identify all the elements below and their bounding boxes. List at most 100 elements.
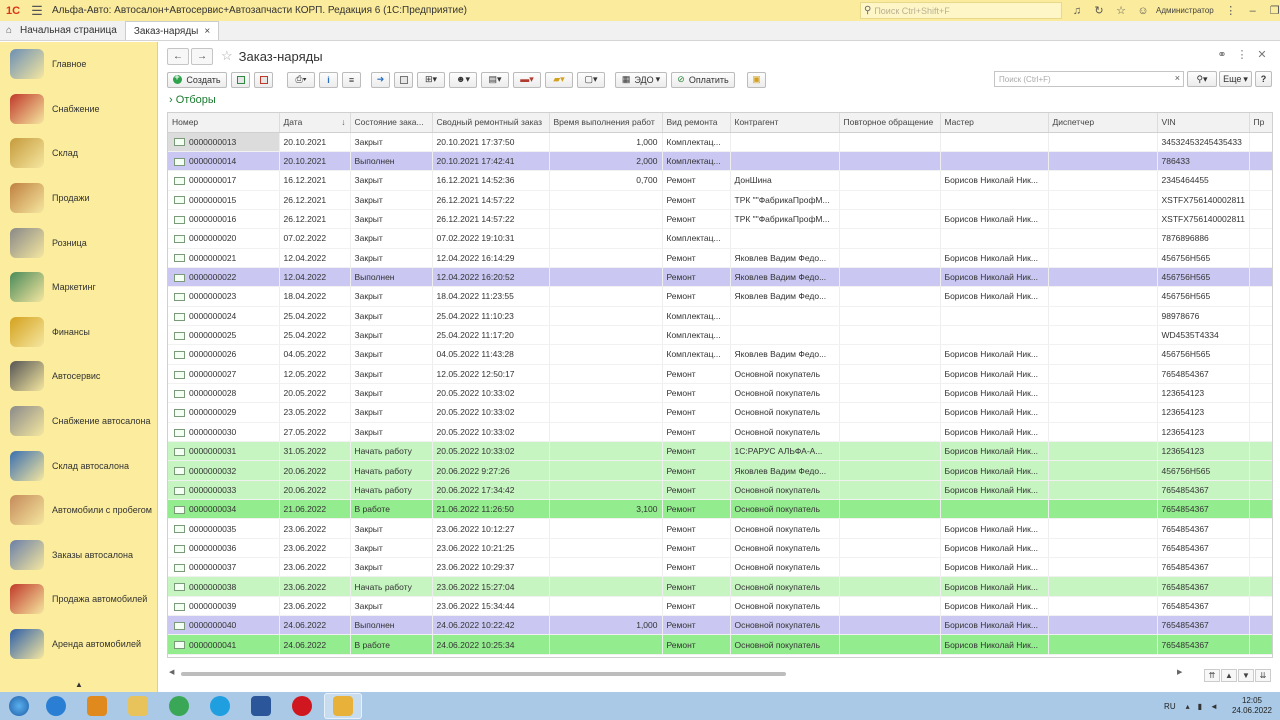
list-search-input[interactable]: Поиск (Ctrl+F) ×	[994, 71, 1184, 87]
table-row[interactable]: 0000000016 26.12.2021 Закрыт 26.12.2021 14:…	[168, 209, 1272, 230]
maximize-icon[interactable]: ❐	[1264, 4, 1280, 17]
settings-icon[interactable]: ⋮	[1220, 4, 1242, 17]
column-header[interactable]: Время выполнения работ	[549, 113, 663, 133]
sidebar-item[interactable]: Главное	[0, 42, 157, 87]
table-row[interactable]: 0000000020 07.02.2022 Закрыт 07.02.2022 19:…	[168, 228, 1272, 249]
sort-descending-icon[interactable]: ↓	[341, 117, 345, 127]
print-forms-button[interactable]: ▢▾	[577, 71, 605, 88]
sidebar-item[interactable]: Снабжение	[0, 87, 157, 132]
print-button[interactable]: ⎙▾	[287, 71, 315, 88]
volume-icon[interactable]: ◄	[1210, 702, 1218, 711]
sidebar-collapse-icon[interactable]: ▲	[75, 680, 83, 689]
tab-home[interactable]: ⌂ Начальная страница	[0, 21, 125, 40]
column-header[interactable]: Сводный ремонтный заказ	[432, 113, 550, 133]
taskbar-app[interactable]	[37, 693, 75, 719]
sidebar-item[interactable]: Продажа автомобилей	[0, 577, 157, 622]
column-header[interactable]: VIN	[1157, 113, 1250, 133]
post-button[interactable]: ➜	[371, 71, 390, 88]
info-button[interactable]: i	[319, 71, 338, 88]
taskbar-app[interactable]	[324, 693, 362, 719]
table-row[interactable]: 0000000040 24.06.2022 Выполнен 24.06.2022 1…	[168, 615, 1272, 636]
taskbar-app[interactable]	[283, 693, 321, 719]
taskbar-app[interactable]	[160, 693, 198, 719]
delete-mark-button[interactable]	[254, 71, 273, 88]
form-menu-icon[interactable]: ⋮	[1232, 48, 1252, 61]
1c-logo-icon[interactable]: 1С	[0, 0, 26, 21]
column-header[interactable]: Состояние зака...	[350, 113, 433, 133]
clock[interactable]: 12:05 24.06.2022	[1232, 696, 1272, 716]
table-row[interactable]: 0000000022 12.04.2022 Выполнен 12.04.2022 1…	[168, 267, 1272, 288]
table-row[interactable]: 0000000013 20.10.2021 Закрыт 20.10.2021 17:…	[168, 132, 1272, 152]
favorites-star-icon[interactable]: ☆	[1110, 4, 1132, 17]
table-row[interactable]: 0000000030 27.05.2022 Закрыт 20.05.2022 10:…	[168, 422, 1272, 443]
go-down-icon[interactable]: ▼	[1238, 669, 1254, 682]
taskbar-app[interactable]	[119, 693, 157, 719]
column-header[interactable]: Пр	[1249, 113, 1272, 133]
sidebar-item[interactable]: Розница	[0, 220, 157, 265]
sidebar-item[interactable]: Автомобили с пробегом	[0, 488, 157, 533]
column-header[interactable]: Повторное обращение	[839, 113, 941, 133]
table-row[interactable]: 0000000014 20.10.2021 Выполнен 20.10.2021 1…	[168, 151, 1272, 172]
taskbar-app[interactable]	[201, 693, 239, 719]
sidebar-item[interactable]: Автосервис	[0, 354, 157, 399]
sidebar-item[interactable]: Склад	[0, 131, 157, 176]
car-button[interactable]: ▬▾	[513, 71, 541, 88]
search-button[interactable]: ⚲▾	[1187, 71, 1217, 87]
column-header[interactable]: Вид ремонта	[662, 113, 731, 133]
table-row[interactable]: 0000000025 25.04.2022 Закрыт 25.04.2022 11:…	[168, 325, 1272, 346]
column-header[interactable]: Номер	[168, 113, 280, 133]
table-row[interactable]: 0000000024 25.04.2022 Закрыт 25.04.2022 11:…	[168, 306, 1272, 326]
sidebar-item[interactable]: Финансы	[0, 310, 157, 355]
table-row[interactable]: 0000000029 23.05.2022 Закрыт 20.05.2022 10:…	[168, 402, 1272, 423]
clear-search-icon[interactable]: ×	[1175, 73, 1180, 83]
start-button[interactable]	[4, 693, 34, 719]
column-header[interactable]: Дата ↓	[279, 113, 351, 133]
lock-button[interactable]: ▣	[747, 71, 766, 88]
history-icon[interactable]: ↻	[1088, 4, 1110, 17]
help-button[interactable]: ?	[1255, 71, 1272, 87]
language-indicator[interactable]: RU	[1164, 702, 1176, 711]
sidebar-item[interactable]: Снабжение автосалона	[0, 399, 157, 444]
folder-button[interactable]: ▰▾	[545, 71, 573, 88]
create-based-button[interactable]: ⊞▾	[417, 71, 445, 88]
pay-button[interactable]: ⊘ Оплатить	[671, 71, 735, 88]
main-menu-icon[interactable]: ☰	[26, 3, 48, 19]
table-row[interactable]: 0000000037 23.06.2022 Закрыт 23.06.2022 10:…	[168, 557, 1272, 578]
table-row[interactable]: 0000000038 23.06.2022 Начать работу 23.06.2…	[168, 576, 1272, 597]
table-row[interactable]: 0000000021 12.04.2022 Закрыт 12.04.2022 16:…	[168, 248, 1272, 268]
back-button[interactable]: ←	[167, 47, 189, 65]
network-icon[interactable]: ▮	[1198, 702, 1202, 711]
minimize-icon[interactable]: –	[1242, 5, 1264, 17]
structure-button[interactable]: ≡	[342, 71, 361, 88]
favorite-star-icon[interactable]: ☆	[221, 48, 233, 64]
tab-work-orders[interactable]: Заказ-наряды ×	[124, 21, 220, 40]
link-icon[interactable]: ⚭	[1212, 48, 1232, 61]
tab-close-icon[interactable]: ×	[204, 26, 210, 37]
sidebar-item[interactable]: Маркетинг	[0, 265, 157, 310]
report-button[interactable]	[394, 71, 413, 88]
create-button[interactable]: Создать	[167, 71, 227, 88]
more-button[interactable]: Еще ▾	[1219, 71, 1252, 87]
table-row[interactable]: 0000000041 24.06.2022 В работе 24.06.2022 1…	[168, 634, 1272, 655]
scroll-left-icon[interactable]: ◀	[169, 668, 174, 676]
sidebar-item[interactable]: Продажи	[0, 176, 157, 221]
sidebar-item[interactable]: Заказы автосалона	[0, 533, 157, 578]
go-up-icon[interactable]: ▲	[1221, 669, 1237, 682]
documents-button[interactable]: ▤▾	[481, 71, 509, 88]
form-close-icon[interactable]: ✕	[1252, 48, 1272, 61]
table-row[interactable]: 0000000028 20.05.2022 Закрыт 20.05.2022 10:…	[168, 383, 1272, 404]
bell-icon[interactable]: ♫	[1066, 5, 1088, 17]
table-row[interactable]: 0000000027 12.05.2022 Закрыт 12.05.2022 12:…	[168, 364, 1272, 384]
table-row[interactable]: 0000000031 31.05.2022 Начать работу 20.05.2…	[168, 441, 1272, 462]
filters-toggle[interactable]: › Отборы	[169, 94, 216, 106]
taskbar-app[interactable]	[242, 693, 280, 719]
table-row[interactable]: 0000000026 04.05.2022 Закрыт 04.05.2022 11:…	[168, 344, 1272, 365]
column-header[interactable]: Контрагент	[730, 113, 840, 133]
copy-button[interactable]	[231, 71, 250, 88]
table-row[interactable]: 0000000039 23.06.2022 Закрыт 23.06.2022 15:…	[168, 596, 1272, 617]
column-header[interactable]: Мастер	[940, 113, 1049, 133]
scroll-thumb[interactable]	[181, 672, 786, 676]
table-row[interactable]: 0000000034 21.06.2022 В работе 21.06.2022 1…	[168, 499, 1272, 520]
sidebar-item[interactable]: Склад автосалона	[0, 443, 157, 488]
user-icon[interactable]: ☺	[1132, 5, 1154, 17]
